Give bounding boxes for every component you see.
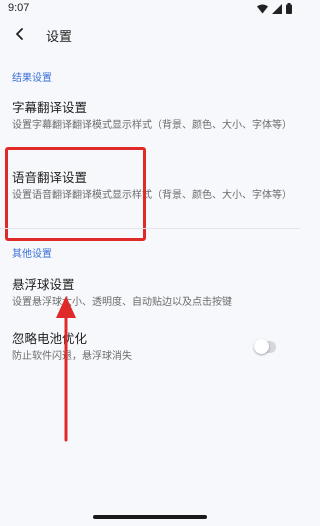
toggle-knob xyxy=(254,339,269,354)
item-desc: 设置悬浮球大小、透明度、自动贴边以及点击按键 xyxy=(12,297,232,308)
section-divider xyxy=(0,228,300,229)
status-bar: 9:07 xyxy=(0,0,300,18)
battery-icon xyxy=(286,3,292,17)
item-desc: 设置字幕翻译翻译模式显示样式（背景、颜色、大小、字体等） xyxy=(12,120,292,131)
home-indicator xyxy=(93,515,207,519)
battery-optimization-setting[interactable]: 忽略电池优化 防止软件闪退，悬浮球消失 xyxy=(0,331,240,363)
battery-optimization-toggle[interactable] xyxy=(254,339,276,354)
section-header-results: 结果设置 xyxy=(12,73,52,84)
section-header-other: 其他设置 xyxy=(12,249,52,260)
back-button[interactable] xyxy=(10,25,28,43)
floating-ball-settings[interactable]: 悬浮球设置 设置悬浮球大小、透明度、自动贴边以及点击按键 xyxy=(0,277,300,309)
wifi-icon xyxy=(257,4,268,17)
item-title: 字幕翻译设置 xyxy=(12,100,88,115)
item-title: 悬浮球设置 xyxy=(12,277,75,292)
signal-icon xyxy=(272,3,282,17)
item-desc: 防止软件闪退，悬浮球消失 xyxy=(12,351,132,362)
voice-translation-settings[interactable]: 语音翻译设置 设置语音翻译翻译模式显示样式（背景、颜色、大小、字体等） xyxy=(0,170,300,202)
page-title: 设置 xyxy=(46,30,73,45)
item-title: 语音翻译设置 xyxy=(12,170,88,185)
toolbar: 设置 xyxy=(0,20,300,50)
item-title: 忽略电池优化 xyxy=(12,331,88,346)
status-icons xyxy=(257,3,292,17)
subtitle-translation-settings[interactable]: 字幕翻译设置 设置字幕翻译翻译模式显示样式（背景、颜色、大小、字体等） xyxy=(0,100,300,132)
chevron-left-icon xyxy=(14,25,24,44)
item-desc: 设置语音翻译翻译模式显示样式（背景、颜色、大小、字体等） xyxy=(12,190,292,201)
status-time: 9:07 xyxy=(8,2,30,14)
